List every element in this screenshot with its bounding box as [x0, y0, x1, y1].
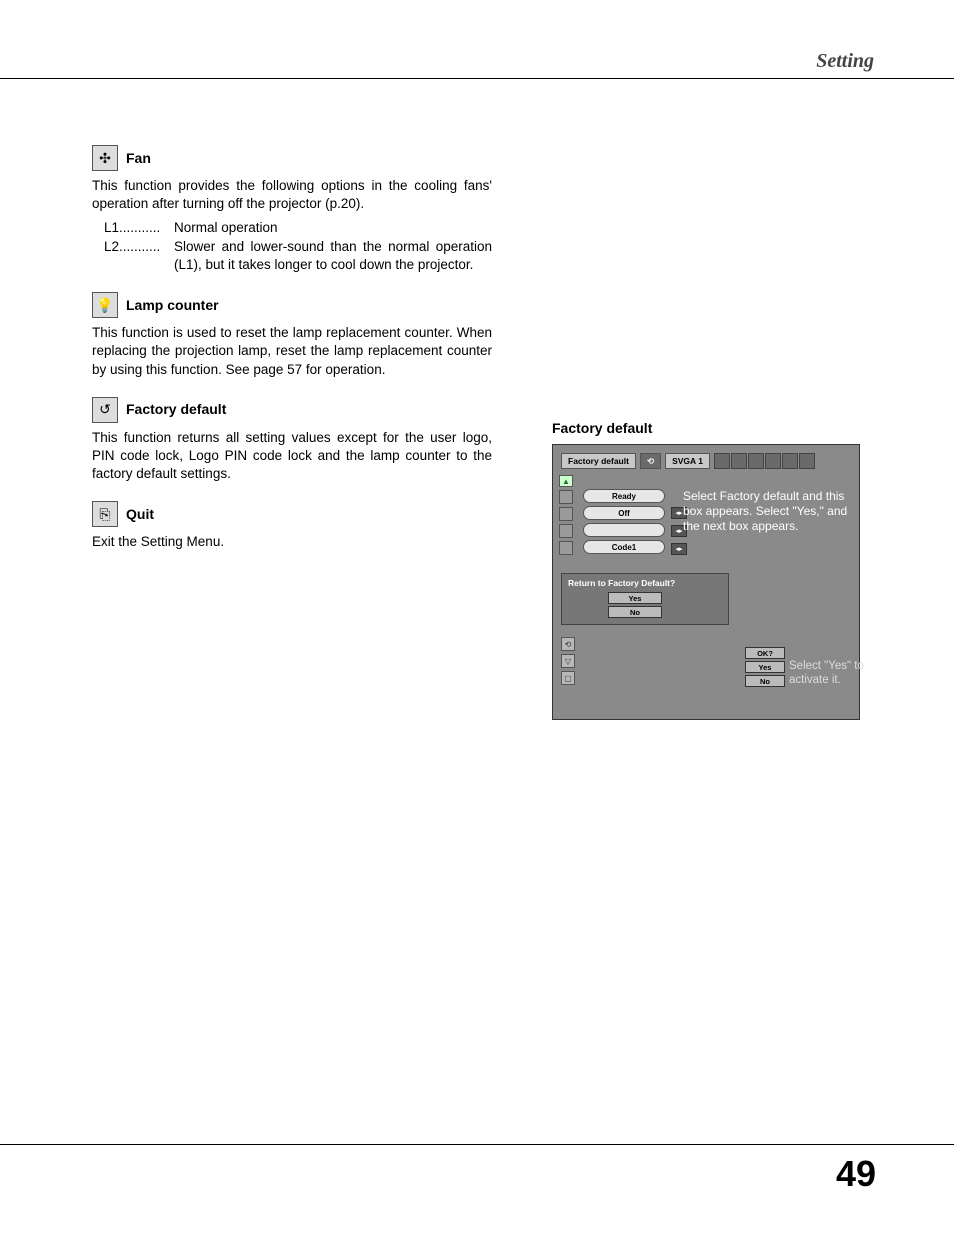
fan-option-l2: L2 Slower and lower-sound than the norma… — [104, 238, 492, 274]
osd-menu-icon — [765, 453, 781, 469]
osd-no-button[interactable]: No — [608, 606, 662, 618]
osd-confirm-dialog: Return to Factory Default? Yes No — [561, 573, 729, 625]
page-header: Setting — [816, 50, 874, 73]
osd-lower-left-icons: ⟲ ▽ ▢ — [561, 637, 575, 685]
osd-down-arrow-icon: ▽ — [561, 654, 575, 668]
section-lamp-heading: 💡 Lamp counter — [92, 292, 492, 318]
osd-pill-off: Off — [583, 506, 665, 520]
osd-menu-icon — [731, 453, 747, 469]
osd-value-pills: Ready Off Code1 ◂▸ ◂▸ ◂▸ — [583, 489, 665, 554]
main-text-column: ✣ Fan This function provides the followi… — [92, 145, 492, 558]
osd-screenshot: Factory default ⟲ SVGA 1 ▲ Ready Off Cod… — [552, 444, 860, 720]
osd-side-icon — [559, 507, 573, 521]
osd-side-icon — [559, 524, 573, 538]
fan-option-l1: L1 Normal operation — [104, 219, 492, 237]
section-quit-title: Quit — [126, 505, 154, 524]
header-rule — [0, 78, 954, 79]
osd-top-icon: ⟲ — [640, 453, 661, 469]
fan-l1-val: Normal operation — [174, 219, 492, 237]
osd-top-mode: SVGA 1 — [665, 453, 710, 469]
osd-side-icon — [559, 541, 573, 555]
footer-rule — [0, 1144, 954, 1145]
osd-small-icon: ⟲ — [561, 637, 575, 651]
osd-ok-no-button[interactable]: No — [745, 675, 785, 687]
osd-menu-icon — [748, 453, 764, 469]
osd-menu-icon — [799, 453, 815, 469]
fan-icon: ✣ — [92, 145, 118, 171]
page-number: 49 — [836, 1153, 876, 1195]
osd-lr-arrows-icon: ◂▸ — [671, 543, 687, 555]
osd-menu-icon — [782, 453, 798, 469]
osd-pill-blank — [583, 523, 665, 537]
section-factory-title: Factory default — [126, 400, 226, 419]
osd-top-bar: Factory default ⟲ SVGA 1 — [561, 451, 851, 471]
fan-l1-key: L1 — [104, 220, 119, 235]
figure-callout-1: Select Factory default and this box appe… — [683, 489, 853, 534]
osd-side-icon — [559, 490, 573, 504]
figure-column: Factory default Factory default ⟲ SVGA 1… — [552, 420, 862, 720]
osd-left-icons: ▲ — [559, 475, 575, 555]
section-fan-body: This function provides the following opt… — [92, 177, 492, 213]
osd-up-arrow-icon: ▲ — [559, 475, 573, 487]
osd-pill-ready: Ready — [583, 489, 665, 503]
section-lamp-body: This function is used to reset the lamp … — [92, 324, 492, 379]
osd-yes-button[interactable]: Yes — [608, 592, 662, 604]
section-factory-heading: ↺ Factory default — [92, 397, 492, 423]
figure-title: Factory default — [552, 420, 862, 436]
osd-top-iconbar — [714, 453, 815, 469]
osd-ok-label: OK? — [745, 647, 785, 659]
fan-l2-val: Slower and lower-sound than the normal o… — [174, 238, 492, 274]
osd-ok-yes-button[interactable]: Yes — [745, 661, 785, 673]
osd-pill-code1: Code1 — [583, 540, 665, 554]
lamp-icon: 💡 — [92, 292, 118, 318]
section-factory-body: This function returns all setting values… — [92, 429, 492, 484]
figure-callout-2: Select "Yes" to activate it. — [789, 659, 889, 688]
section-lamp-title: Lamp counter — [126, 296, 219, 315]
osd-ok-dialog: OK? Yes No — [745, 647, 785, 687]
osd-dialog-title: Return to Factory Default? — [568, 578, 722, 588]
fan-l2-key: L2 — [104, 239, 119, 254]
quit-icon: ⎘ — [92, 501, 118, 527]
osd-top-label: Factory default — [561, 453, 636, 469]
section-fan-heading: ✣ Fan — [92, 145, 492, 171]
osd-menu-icon — [714, 453, 730, 469]
section-fan-title: Fan — [126, 149, 151, 168]
section-quit-heading: ⎘ Quit — [92, 501, 492, 527]
osd-small-icon: ▢ — [561, 671, 575, 685]
factory-icon: ↺ — [92, 397, 118, 423]
section-quit-body: Exit the Setting Menu. — [92, 533, 492, 551]
fan-options: L1 Normal operation L2 Slower and lower-… — [104, 219, 492, 274]
